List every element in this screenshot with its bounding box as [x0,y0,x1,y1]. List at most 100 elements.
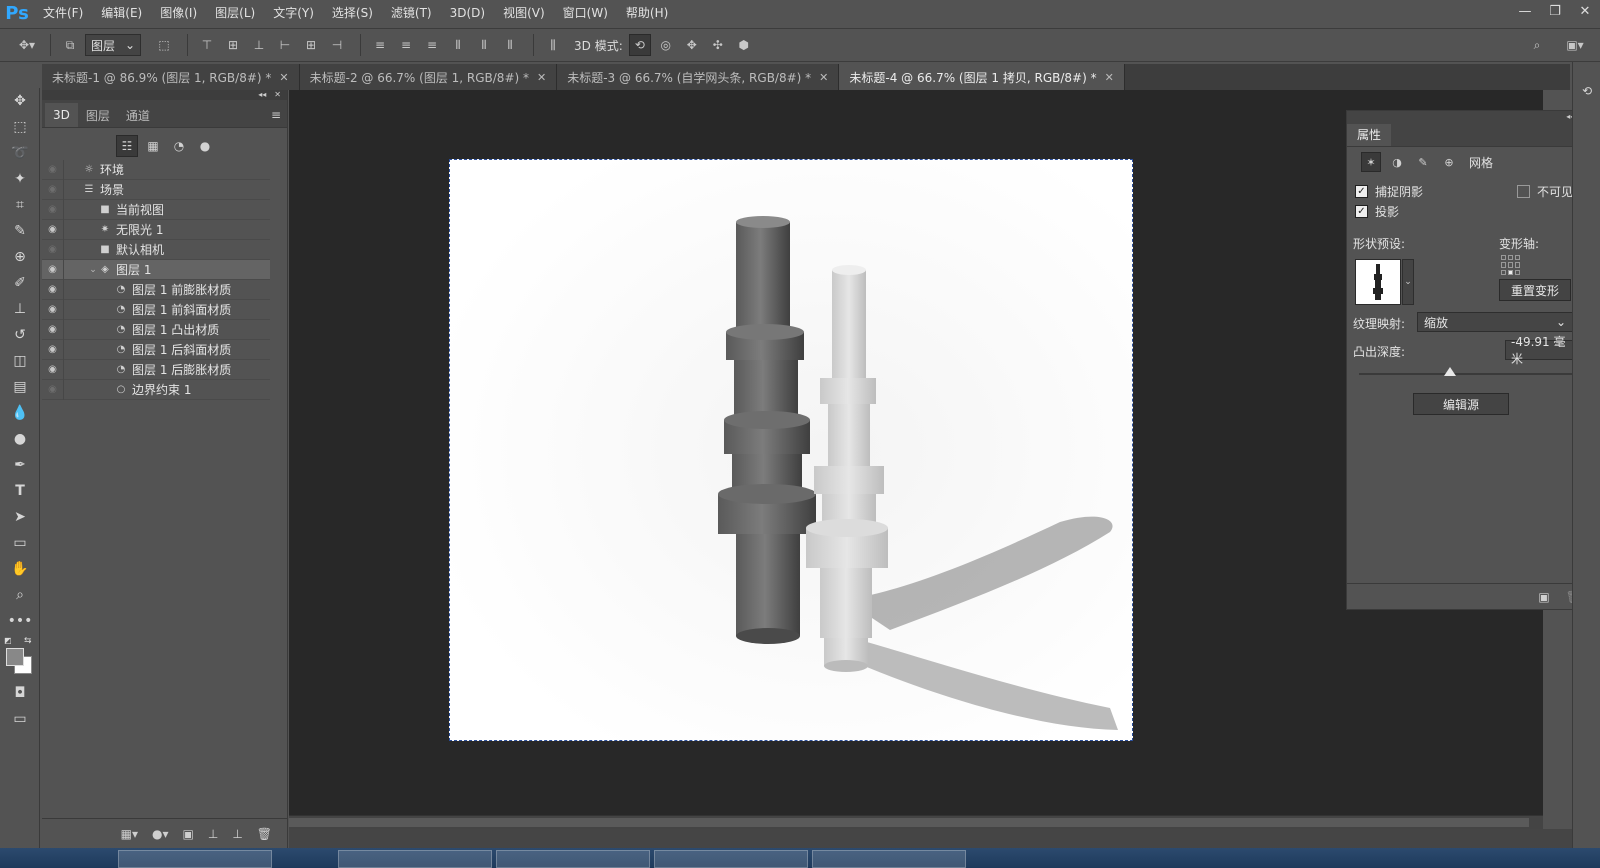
search-icon[interactable]: ⌕ [1526,34,1548,56]
document-tab[interactable]: 未标题-2 @ 66.7% (图层 1, RGB/8#) * ✕ [299,64,558,90]
magic-wand-tool-icon[interactable]: ✦ [0,166,40,192]
scene-tree-row[interactable]: ◉ ■ 当前视图 [42,199,270,220]
edit-source-button[interactable]: 编辑源 [1413,393,1509,415]
taskbar-button[interactable] [654,850,808,868]
ground-icon[interactable]: ⊥ [208,827,218,841]
visibility-eye-icon[interactable]: ◉ [42,299,64,320]
auto-select-dropdown[interactable]: 图层 ⌄ [85,34,141,56]
mesh-section-icon[interactable]: ✶ [1361,152,1381,172]
gradient-tool-icon[interactable]: ▤ [0,374,40,400]
whole-scene-filter-icon[interactable]: ☷ [116,135,138,157]
3d-roll-icon[interactable]: ◎ [655,34,677,56]
close-tab-icon[interactable]: ✕ [537,71,546,84]
deform-axis-grid[interactable] [1501,255,1521,275]
lasso-tool-icon[interactable]: ➰ [0,140,40,166]
scene-tree-row[interactable]: ◉ ☼ 环境 [42,159,270,180]
close-panel-icon[interactable]: ✕ [274,90,281,100]
cast-shadow-checkbox[interactable]: ✓ [1355,205,1368,218]
foreground-color-swatch[interactable] [6,648,24,666]
trash-icon[interactable]: 🗑 [257,827,272,841]
menu-item-7[interactable]: 3D(D) [441,0,494,26]
align-right-icon[interactable]: ⊣ [326,34,348,56]
scene-tree-row[interactable]: ◉ ◔ 图层 1 后斜面材质 [42,339,270,360]
dodge-tool-icon[interactable]: ● [0,426,40,452]
menu-item-8[interactable]: 视图(V) [494,0,554,26]
catch-shadow-row[interactable]: ✓ 捕捉阴影 [1355,183,1423,200]
taskbar-button[interactable] [338,850,492,868]
invisible-checkbox[interactable] [1517,185,1530,198]
scene-tree-row[interactable]: ◉ ◔ 图层 1 前斜面材质 [42,299,270,320]
visibility-eye-icon[interactable]: ◉ [42,239,64,260]
lights-filter-icon[interactable]: ● [194,135,216,157]
visibility-eye-icon[interactable]: ◉ [42,219,64,240]
materials-filter-icon[interactable]: ◔ [168,135,190,157]
move-tool-preset-icon[interactable]: ✥▾ [16,34,38,56]
minimize-icon[interactable]: — [1510,0,1540,22]
history-panel-icon[interactable]: ⟲ [1573,78,1600,104]
3d-slide-icon[interactable]: ✣ [707,34,729,56]
close-icon[interactable]: ✕ [1570,0,1600,22]
marquee-tool-icon[interactable]: ⬚ [0,114,40,140]
quick-mask-icon[interactable]: ◘ [0,680,40,706]
menu-item-1[interactable]: 编辑(E) [92,0,151,26]
meshes-filter-icon[interactable]: ▦ [142,135,164,157]
auto-select-icon[interactable]: ⧉ [59,34,81,56]
visibility-eye-icon[interactable]: ◉ [42,179,64,200]
document-canvas[interactable] [449,159,1133,741]
scene-tree-row[interactable]: ◉ ◔ 图层 1 凸出材质 [42,319,270,340]
taskbar-button[interactable] [812,850,966,868]
scene-tree-row[interactable]: ◉ ✷ 无限光 1 [42,219,270,240]
render-icon[interactable]: ▣ [183,827,194,841]
extrude-depth-slider-track[interactable] [1359,373,1575,375]
menu-item-6[interactable]: 滤镜(T) [382,0,441,26]
cast-shadow-row[interactable]: ✓ 投影 [1355,203,1399,220]
transform-controls-icon[interactable]: ⬚ [153,34,175,56]
blur-tool-icon[interactable]: 💧 [0,400,40,426]
panel-tab[interactable]: 3D [45,103,78,127]
visibility-eye-icon[interactable]: ◉ [42,359,64,380]
horizontal-scrollbar[interactable] [289,815,1543,829]
more-tools-icon[interactable]: ••• [0,608,40,634]
panel-tab[interactable]: 图层 [78,103,118,127]
panel-tab[interactable]: 通道 [118,103,158,127]
default-colors-icon[interactable]: ◩ [4,636,12,645]
menu-item-10[interactable]: 帮助(H) [617,0,677,26]
brush-tool-icon[interactable]: ✐ [0,270,40,296]
swap-colors-icon[interactable]: ⇆ [24,636,32,646]
hand-tool-icon[interactable]: ✋ [0,556,40,582]
close-tab-icon[interactable]: ✕ [1105,71,1114,84]
distribute-right-icon[interactable]: ⫴ [499,34,521,56]
shape-preset-thumbnail[interactable] [1355,259,1401,305]
distribute-top-icon[interactable]: ≡ [369,34,391,56]
scene-tree-row[interactable]: ◉ ■ 默认相机 [42,239,270,260]
path-selection-tool-icon[interactable]: ➤ [0,504,40,530]
distribute-left-icon[interactable]: ⫴ [447,34,469,56]
auto-align-icon[interactable]: ⫼ [542,34,564,56]
new-light-icon[interactable]: ●▾ [152,827,169,841]
expand-chevron-icon[interactable]: ⌄ [88,265,98,275]
menu-item-3[interactable]: 图层(L) [206,0,264,26]
menu-item-5[interactable]: 选择(S) [323,0,382,26]
visibility-eye-icon[interactable]: ◉ [42,159,64,180]
distribute-hcenter-icon[interactable]: ⫴ [473,34,495,56]
3d-orbit-icon[interactable]: ⟲ [628,34,651,56]
constraint-icon[interactable]: ⊥ [232,827,242,841]
distribute-bottom-icon[interactable]: ≡ [421,34,443,56]
pen-tool-icon[interactable]: ✒ [0,452,40,478]
align-left-icon[interactable]: ⊢ [274,34,296,56]
eraser-tool-icon[interactable]: ◫ [0,348,40,374]
3d-scale-icon[interactable]: ⬢ [733,34,755,56]
cap-section-icon[interactable]: ✎ [1413,152,1433,172]
zoom-tool-icon[interactable]: ⌕ [0,582,40,608]
close-tab-icon[interactable]: ✕ [279,71,288,84]
visibility-eye-icon[interactable]: ◉ [42,199,64,220]
clone-stamp-tool-icon[interactable]: ⊥ [0,296,40,322]
extrude-depth-input[interactable]: -49.91 毫米 [1505,335,1573,366]
visibility-eye-icon[interactable]: ◉ [42,339,64,360]
shape-preset-dropdown-icon[interactable]: ⌄ [1402,259,1414,305]
visibility-eye-icon[interactable]: ◉ [42,319,64,340]
screen-mode-icon[interactable]: ▭ [0,706,40,732]
visibility-eye-icon[interactable]: ◉ [42,379,64,400]
properties-tab[interactable]: 属性 [1347,124,1392,146]
texture-map-select[interactable]: 缩放 ⌄ [1417,312,1573,332]
